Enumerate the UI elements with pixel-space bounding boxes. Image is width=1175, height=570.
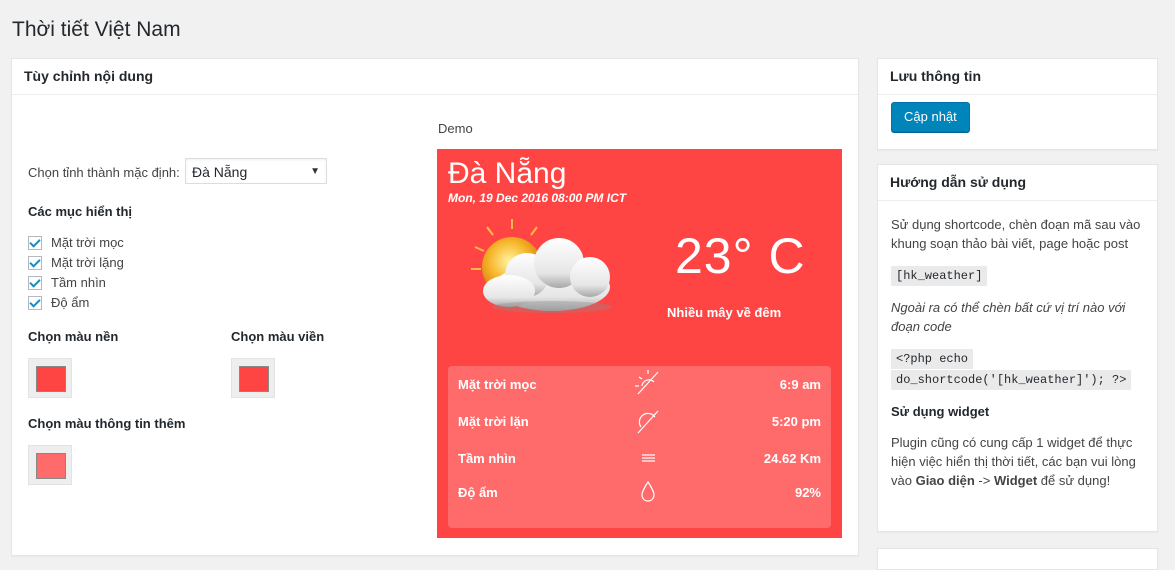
settings-panel: Tùy chỉnh nội dung Chọn tỉnh thành mặc đ… <box>11 58 859 556</box>
city-name: Đà Nẵng <box>448 157 567 190</box>
php-code-line: do_shortcode('[hk_weather]'); ?> <box>891 370 1132 390</box>
menu-name: Giao diện <box>915 473 975 488</box>
checkbox-humidity[interactable]: Độ ẩm <box>28 294 89 312</box>
shortcode-snippet: [hk_weather] <box>891 266 988 286</box>
province-label: Chọn tỉnh thành mặc định: <box>28 165 180 180</box>
detail-label: Độ ẩm <box>458 485 498 500</box>
guide-panel-title: Hướng dẫn sử dụng <box>878 165 1157 201</box>
partly-cloudy-icon <box>471 219 612 313</box>
extra-color-label: Chọn màu thông tin thêm <box>28 416 186 431</box>
detail-row-sunset: Mặt trời lặn 5:20 pm <box>458 410 821 434</box>
checkbox-label: Độ ẩm <box>51 295 90 310</box>
guide-paragraph: Sử dụng shortcode, chèn đoạn mã sau vào … <box>891 217 1141 251</box>
detail-value: 92% <box>794 485 821 500</box>
detail-value: 6:9 am <box>779 377 821 392</box>
checkbox-checked-icon[interactable] <box>28 235 42 250</box>
display-items-title: Các mục hiển thị <box>28 204 133 219</box>
sunrise-icon <box>635 370 659 395</box>
page-title: Thời tiết Việt Nam <box>12 18 181 41</box>
detail-row-visibility: Tầm nhìn 24.62 Km <box>458 448 821 470</box>
weather-details: Mặt trời mọc 6:9 am Mặt trời lặn 5:20 pm… <box>448 366 831 528</box>
visibility-icon <box>642 454 655 462</box>
widget-paragraph: Plugin cũng có cung cấp 1 widget để thực… <box>891 433 1149 490</box>
widget-name: Widget <box>993 473 1038 488</box>
sunset-icon <box>637 410 659 434</box>
save-panel: Lưu thông tin Cập nhật <box>877 58 1158 150</box>
weather-date: Mon, 19 Dec 2016 08:00 PM ICT <box>448 191 627 205</box>
weather-description: Nhiều mây về đêm <box>667 305 782 320</box>
detail-value: 5:20 pm <box>771 414 821 429</box>
detail-row-humidity: Độ ẩm 92% <box>458 480 821 504</box>
demo-label: Demo <box>438 121 473 136</box>
border-color-swatch <box>239 366 269 392</box>
checkbox-sunrise[interactable]: Mặt trời mọc <box>28 234 124 252</box>
checkbox-label: Mặt trời lặng <box>51 255 124 270</box>
checkbox-checked-icon[interactable] <box>28 295 42 310</box>
php-code-line: <?php echo <box>891 349 974 369</box>
weather-card-preview: Đà Nẵng Mon, 19 Dec 2016 08:00 PM ICT 23… <box>437 149 842 538</box>
checkbox-label: Mặt trời mọc <box>51 235 124 250</box>
bg-color-label: Chọn màu nền <box>28 329 119 344</box>
province-select[interactable]: Đà Nẵng ▼ <box>185 158 327 184</box>
temperature: 23° C <box>675 228 806 284</box>
border-color-label: Chọn màu viền <box>231 329 325 344</box>
arrow-text: -> <box>974 473 994 488</box>
detail-label: Tầm nhìn <box>458 451 516 466</box>
guide-panel: Hướng dẫn sử dụng Sử dụng shortcode, chè… <box>877 164 1158 532</box>
widget-heading: Sử dụng widget <box>891 404 990 419</box>
widget-text-end: để sử dụng! <box>1037 473 1111 488</box>
detail-row-sunrise: Mặt trời mọc 6:9 am <box>458 370 821 396</box>
extra-color-swatch <box>36 453 66 479</box>
save-panel-title: Lưu thông tin <box>878 59 1157 95</box>
checkbox-checked-icon[interactable] <box>28 275 42 290</box>
guide-content: Sử dụng shortcode, chèn đoạn mã sau vào … <box>891 215 1149 490</box>
checkbox-label: Tầm nhìn <box>51 275 106 290</box>
checkbox-sunset[interactable]: Mặt trời lặng <box>28 254 124 272</box>
guide-paragraph-italic: Ngoài ra có thể chèn bất cứ vị trí nào v… <box>891 300 1126 334</box>
bg-color-picker[interactable] <box>28 358 72 398</box>
checkbox-checked-icon[interactable] <box>28 255 42 270</box>
checkbox-visibility[interactable]: Tầm nhìn <box>28 274 106 292</box>
humidity-icon <box>641 480 655 502</box>
update-button[interactable]: Cập nhật <box>891 102 970 132</box>
border-color-picker[interactable] <box>231 358 275 398</box>
settings-panel-title: Tùy chỉnh nội dung <box>12 59 858 95</box>
dropdown-arrow-icon: ▼ <box>310 166 320 177</box>
bg-color-swatch <box>36 366 66 392</box>
additional-panel <box>877 548 1158 570</box>
detail-label: Mặt trời lặn <box>458 414 529 429</box>
detail-value: 24.62 Km <box>763 451 821 466</box>
detail-label: Mặt trời mọc <box>458 377 537 392</box>
extra-color-picker[interactable] <box>28 445 72 485</box>
php-code-snippet: <?php echo do_shortcode('[hk_weather]');… <box>891 348 1149 390</box>
province-select-value: Đà Nẵng <box>192 164 248 180</box>
